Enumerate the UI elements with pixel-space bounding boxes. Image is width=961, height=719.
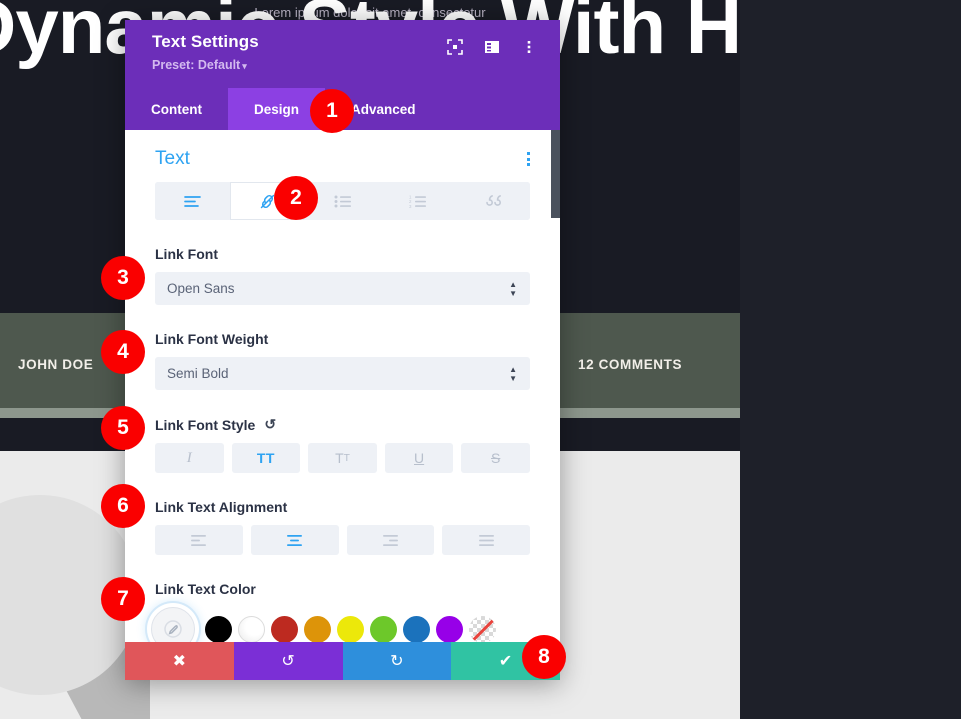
link-font-style-label: Link Font Style ↺ [155,416,530,433]
link-text-alignment-label: Link Text Alignment [155,499,288,515]
small-caps-label: T [335,450,344,466]
color-swatch-transparent[interactable] [469,615,496,642]
modal-header-titles: Text Settings Preset: Default ▾ [152,32,259,72]
preset-label: Preset: Default [152,58,241,72]
redo-button[interactable]: ↻ [342,642,452,680]
focus-target-icon[interactable] [446,38,464,56]
link-font-value: Open Sans [167,281,235,296]
text-section-header: Text [155,130,530,182]
select-arrows-icon: ▲ ▼ [509,279,517,298]
color-swatch-black[interactable] [205,615,232,642]
post-author: JOHN DOE [18,357,94,372]
link-text-color-field: Link Text Color [151,581,530,642]
select-arrows-icon: ▲ ▼ [509,364,517,383]
section-title: Text [155,148,190,169]
font-style-italic-button[interactable]: I [155,443,224,473]
link-text-alignment-options [155,525,530,555]
modal-scrollbar-thumb[interactable] [551,130,560,218]
link-font-style-label-text: Link Font Style [155,416,256,433]
small-caps-sub: T [343,452,350,464]
annotation-badge-2: 2 [274,176,318,220]
annotation-badge-8: 8 [522,635,566,679]
link-font-weight-field: Link Font Weight Semi Bold ▲ ▼ [155,331,530,390]
color-swatch-orange[interactable] [304,615,331,642]
annotation-badge-4: 4 [101,330,145,374]
annotation-badge-5: 5 [101,406,145,450]
link-font-select[interactable]: Open Sans ▲ ▼ [155,272,530,305]
link-font-field: Link Font Open Sans ▲ ▼ [155,246,530,305]
tab-content[interactable]: Content [125,88,228,130]
preset-selector[interactable]: Preset: Default ▾ [152,58,259,72]
blockquote-icon[interactable] [455,182,530,220]
reset-icon[interactable]: ↺ [264,416,276,433]
post-comment-count: 12 COMMENTS [578,357,683,372]
link-text-color-swatches [151,607,530,642]
color-swatch-red[interactable] [271,615,298,642]
numbered-list-icon[interactable]: 1 2 3 [380,182,455,220]
font-style-uppercase-button[interactable]: TT [231,443,301,473]
font-style-underline-button[interactable]: U [384,443,454,473]
modal-title: Text Settings [152,32,259,51]
layout-panel-icon[interactable] [483,38,501,56]
link-font-style-field: Link Font Style ↺ I TT TT U S [155,416,530,473]
modal-footer: ✖ ↺ ↻ ✔ [125,642,560,680]
modal-scrollbar[interactable] [551,130,560,642]
font-style-strikethrough-button[interactable]: S [461,443,530,473]
eyedropper-icon[interactable] [151,607,195,642]
color-swatch-white[interactable] [238,615,265,642]
annotation-badge-3: 3 [101,256,145,300]
link-font-weight-value: Semi Bold [167,366,229,381]
more-vertical-icon[interactable] [520,38,538,56]
color-swatch-blue[interactable] [403,615,430,642]
color-swatch-green[interactable] [370,615,397,642]
annotation-badge-7: 7 [101,577,145,621]
align-justify-button[interactable] [442,525,530,555]
font-style-small-caps-button[interactable]: TT [308,443,377,473]
align-center-button[interactable] [250,525,339,555]
align-left-button[interactable] [155,525,243,555]
link-font-weight-select[interactable]: Semi Bold ▲ ▼ [155,357,530,390]
modal-header-icons [446,32,538,56]
link-font-style-options: I TT TT U S [155,443,530,473]
text-align-icon[interactable] [155,182,230,220]
link-text-color-label: Link Text Color [155,581,256,597]
link-font-weight-label: Link Font Weight [155,331,269,347]
annotation-badge-6: 6 [101,484,145,528]
svg-text:3: 3 [409,203,412,207]
undo-button[interactable]: ↺ [233,642,343,680]
link-text-alignment-field: Link Text Alignment [155,499,530,555]
annotation-badge-1: 1 [310,89,354,133]
modal-header: Text Settings Preset: Default ▾ [125,20,560,88]
modal-body: Text 1 2 3 Link Font Open Sans ▲ ▼ Link … [125,130,560,642]
color-swatch-purple[interactable] [436,615,463,642]
color-swatch-yellow[interactable] [337,615,364,642]
section-more-options-icon[interactable] [527,152,530,166]
text-icon-tabs: 1 2 3 [155,182,530,220]
cancel-button[interactable]: ✖ [125,642,234,680]
link-font-label: Link Font [155,246,218,262]
chevron-down-icon: ▾ [242,61,247,71]
align-right-button[interactable] [346,525,435,555]
